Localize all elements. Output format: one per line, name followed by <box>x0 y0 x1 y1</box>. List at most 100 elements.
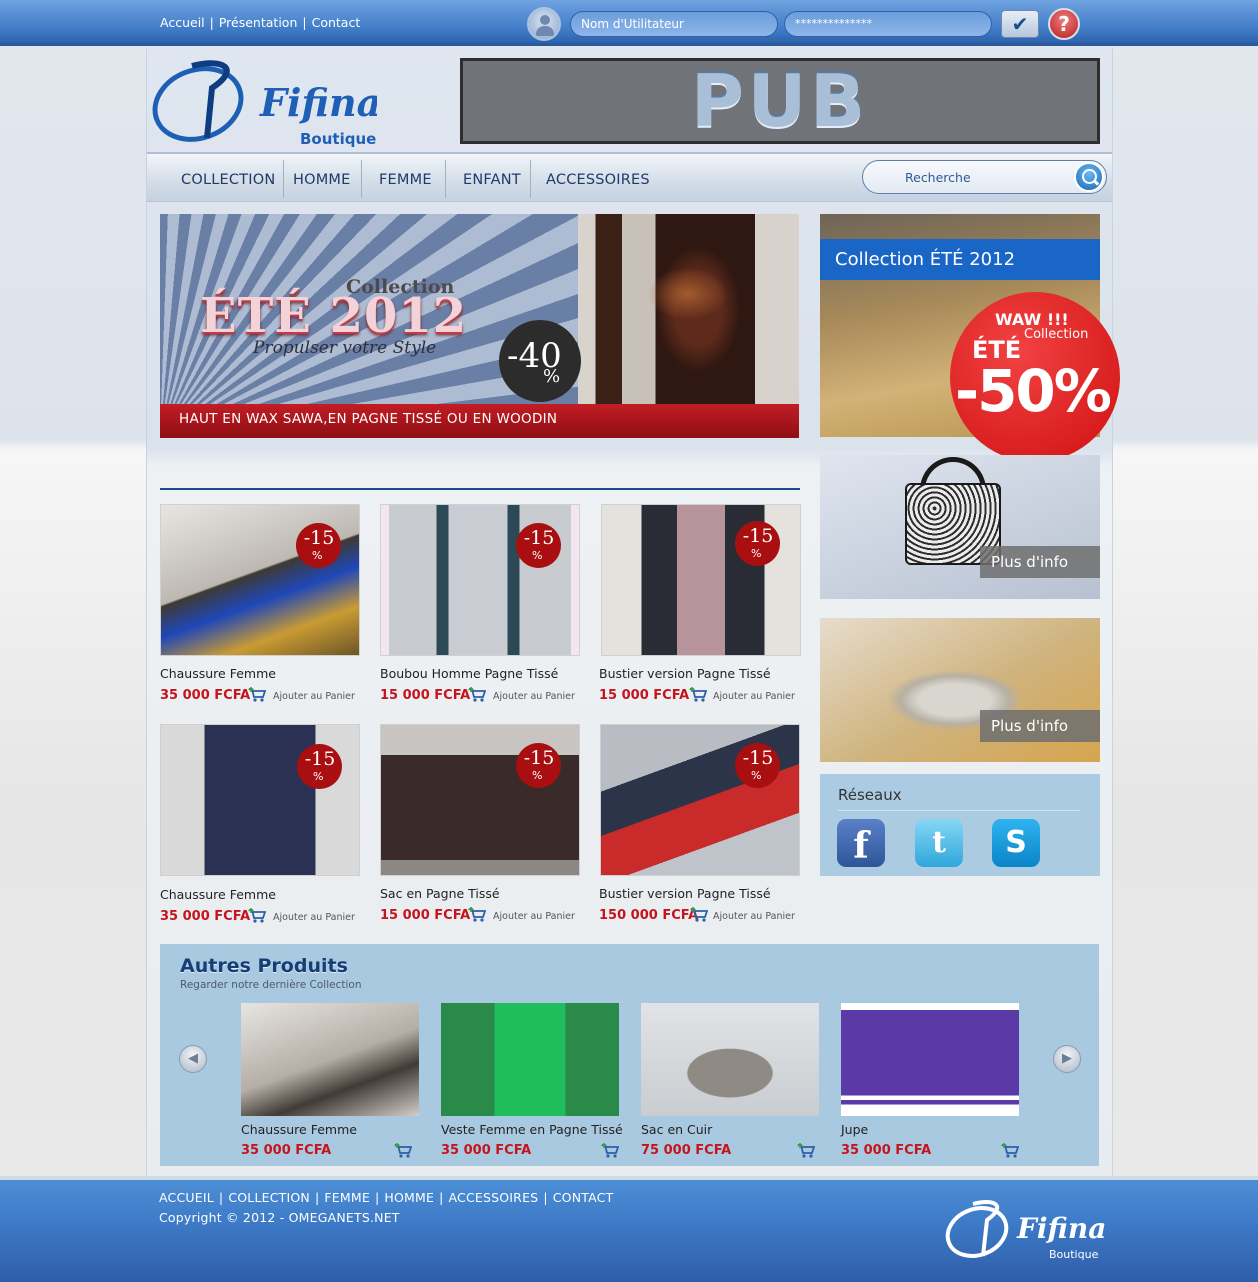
discount-badge: -15% <box>516 743 561 788</box>
facebook-icon[interactable]: f <box>837 819 885 867</box>
cart-icon[interactable] <box>468 907 486 922</box>
cart-icon[interactable] <box>601 1143 619 1158</box>
carousel-product-price: 35 000 FCFA <box>241 1143 332 1158</box>
discount-unit: % <box>532 549 543 562</box>
carousel-product-image[interactable] <box>241 1003 419 1116</box>
product-name[interactable]: Boubou Homme Pagne Tissé <box>380 666 558 681</box>
username-input[interactable]: Nom d'Utilitateur <box>570 11 778 37</box>
footer-links: ACCUEIL | COLLECTION | FEMME | HOMME | ACCESSOIR… <box>159 1190 613 1205</box>
top-link-contact[interactable]: Contact <box>312 15 361 30</box>
discount-value: -15 <box>523 527 555 549</box>
add-to-cart-link[interactable]: Ajouter au Panier <box>493 911 575 922</box>
footer-link-homme[interactable]: HOMME <box>384 1190 434 1205</box>
discount-badge: -15% <box>735 521 780 566</box>
discount-value: -15 <box>303 527 335 549</box>
chevron-right-icon: ▶ <box>1062 1051 1072 1066</box>
cart-icon[interactable] <box>468 687 486 702</box>
search-box[interactable]: Recherche <box>862 160 1107 194</box>
cart-icon[interactable] <box>797 1143 815 1158</box>
product-name[interactable]: Bustier version Pagne Tissé <box>599 886 771 901</box>
discount-unit: % <box>532 769 543 782</box>
nav-item-collection[interactable]: COLLECTION <box>181 172 275 188</box>
promo-heading: Collection ÉTÉ 2012 <box>820 239 1100 280</box>
check-icon: ✔ <box>1011 12 1029 36</box>
add-to-cart-link[interactable]: Ajouter au Panier <box>273 912 355 923</box>
search-input[interactable]: Recherche <box>905 170 971 185</box>
footer-logo-brand: Fifina <box>1016 1212 1105 1245</box>
carousel-product-image[interactable] <box>441 1003 619 1116</box>
product-price: 15 000 FCFA <box>380 908 471 923</box>
nav-item-homme[interactable]: HOMME <box>293 172 351 188</box>
nav-item-accessoires[interactable]: ACCESSOIRES <box>546 172 650 188</box>
nav-separator <box>445 160 446 198</box>
skype-icon[interactable]: S <box>992 819 1040 867</box>
add-to-cart-link[interactable]: Ajouter au Panier <box>713 911 795 922</box>
nav-separator <box>283 160 284 198</box>
cart-icon[interactable] <box>394 1143 412 1158</box>
carousel-prev-button[interactable]: ◀ <box>179 1045 207 1073</box>
cart-icon[interactable] <box>689 687 707 702</box>
search-icon[interactable] <box>1074 162 1104 192</box>
product-name[interactable]: Chaussure Femme <box>160 887 276 902</box>
product-price: 15 000 FCFA <box>380 688 471 703</box>
footer-link-accueil[interactable]: ACCUEIL <box>159 1190 214 1205</box>
twitter-icon[interactable]: t <box>915 819 963 867</box>
carousel-product-image[interactable] <box>641 1003 819 1116</box>
hero-discount-unit: % <box>543 366 561 387</box>
hero-caption: HAUT EN WAX SAWA,EN PAGNE TISSÉ OU EN WO… <box>160 404 799 438</box>
discount-value: -15 <box>523 747 555 769</box>
promo-collection: Collection <box>1024 327 1089 342</box>
side-tile-heels[interactable]: Plus d'info <box>820 618 1100 762</box>
carousel-product-name[interactable]: Veste Femme en Pagne Tissé <box>441 1122 623 1137</box>
carousel-product-name[interactable]: Jupe <box>841 1122 868 1137</box>
product-price: 15 000 FCFA <box>599 688 690 703</box>
add-to-cart-link[interactable]: Ajouter au Panier <box>273 691 355 702</box>
cart-icon[interactable] <box>248 908 266 923</box>
top-link-presentation[interactable]: Présentation <box>219 15 298 30</box>
add-to-cart-link[interactable]: Ajouter au Panier <box>713 691 795 702</box>
separator: | <box>302 15 307 30</box>
side-tile-more-info[interactable]: Plus d'info <box>980 546 1100 578</box>
cart-icon[interactable] <box>248 687 266 702</box>
login-check-button[interactable]: ✔ <box>1001 10 1039 38</box>
discount-value: -15 <box>742 747 774 769</box>
nav-item-enfant[interactable]: ENFANT <box>463 172 521 188</box>
discount-unit: % <box>313 770 324 783</box>
carousel-product-image[interactable] <box>841 1003 1019 1116</box>
add-to-cart-link[interactable]: Ajouter au Panier <box>493 691 575 702</box>
footer-link-accessoires[interactable]: ACCESSOIRES <box>449 1190 539 1205</box>
separator: | <box>439 1190 444 1205</box>
footer-link-contact[interactable]: CONTACT <box>553 1190 614 1205</box>
product-price: 35 000 FCFA <box>160 909 251 924</box>
separator: | <box>543 1190 548 1205</box>
top-links: Accueil | Présentation | Contact <box>160 15 360 30</box>
help-button[interactable]: ? <box>1048 8 1080 40</box>
logo-brand: Fifina <box>259 80 377 125</box>
carousel-product-price: 35 000 FCFA <box>441 1143 532 1158</box>
cart-icon[interactable] <box>1001 1143 1019 1158</box>
footer-link-collection[interactable]: COLLECTION <box>228 1190 310 1205</box>
side-tile-bag[interactable]: Plus d'info <box>820 455 1100 599</box>
cart-icon[interactable] <box>690 907 708 922</box>
product-name[interactable]: Sac en Pagne Tissé <box>380 886 500 901</box>
question-icon: ? <box>1058 12 1070 36</box>
carousel-next-button[interactable]: ▶ <box>1053 1045 1081 1073</box>
product-name[interactable]: Chaussure Femme <box>160 666 276 681</box>
product-price: 150 000 FCFA <box>599 908 699 923</box>
logo[interactable]: Fifina Boutique <box>152 58 377 150</box>
top-link-accueil[interactable]: Accueil <box>160 15 205 30</box>
footer-link-femme[interactable]: FEMME <box>324 1190 370 1205</box>
product-name[interactable]: Bustier version Pagne Tissé <box>599 666 771 681</box>
nav-item-femme[interactable]: FEMME <box>379 172 432 188</box>
side-tile-more-info[interactable]: Plus d'info <box>980 710 1100 742</box>
carousel-product-name[interactable]: Chaussure Femme <box>241 1122 357 1137</box>
separator: | <box>209 15 214 30</box>
nav-separator <box>530 160 531 198</box>
password-input[interactable]: ************** <box>784 11 992 37</box>
pub-banner[interactable]: PUB <box>460 58 1100 144</box>
carousel-product-name[interactable]: Sac en Cuir <box>641 1122 712 1137</box>
hero-title: ÉTÉ 2012 <box>200 288 468 344</box>
footer-logo[interactable]: Fifina Boutique <box>945 1198 1105 1264</box>
discount-unit: % <box>751 769 762 782</box>
reseaux-title: Réseaux <box>838 786 902 804</box>
